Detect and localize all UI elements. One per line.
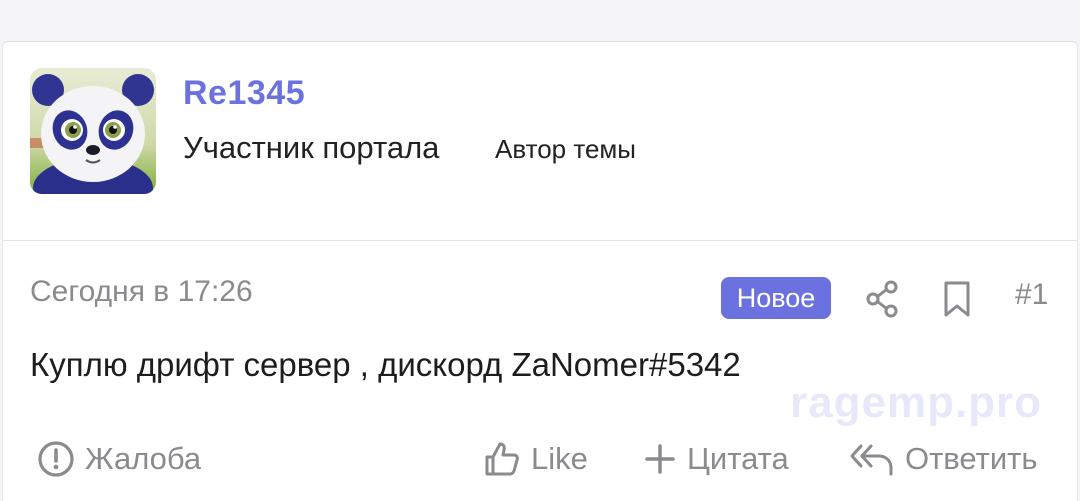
bookmark-icon — [944, 281, 970, 317]
post-card: Re1345 Участник портала Автор темы Сегод… — [2, 41, 1078, 501]
username-link[interactable]: Re1345 — [183, 74, 305, 113]
report-label: Жалоба — [85, 441, 202, 476]
post-meta: Сегодня в 17:26 Новое #1 — [3, 240, 1077, 340]
plus-icon — [645, 444, 675, 474]
thread-author-badge: Автор темы — [495, 134, 636, 164]
post-date[interactable]: Сегодня в 17:26 — [30, 275, 253, 309]
post-number-link[interactable]: #1 — [1015, 278, 1048, 312]
reply-label: Ответить — [905, 441, 1038, 476]
like-button[interactable]: Like — [483, 437, 588, 481]
avatar[interactable] — [30, 68, 156, 194]
share-button[interactable] — [861, 277, 905, 321]
reply-all-icon — [850, 444, 893, 476]
post-actions: Жалоба Like Цитата Ответить — [3, 432, 1077, 492]
new-badge: Новое — [721, 277, 831, 319]
panda-avatar-icon — [30, 68, 156, 194]
thumbs-up-icon — [485, 442, 519, 476]
bookmark-button[interactable] — [937, 277, 977, 321]
alert-circle-icon — [38, 441, 74, 477]
like-label: Like — [531, 441, 588, 476]
report-button[interactable]: Жалоба — [37, 437, 201, 481]
share-icon — [866, 280, 898, 318]
user-title: Участник портала — [183, 130, 440, 165]
post-message: Куплю дрифт сервер , дискорд ZaNomer#534… — [30, 346, 741, 383]
quote-label: Цитата — [687, 441, 789, 476]
quote-button[interactable]: Цитата — [643, 437, 789, 481]
reply-button[interactable]: Ответить — [849, 437, 1038, 481]
post-author-block: Re1345 Участник портала Автор темы — [3, 42, 1077, 241]
